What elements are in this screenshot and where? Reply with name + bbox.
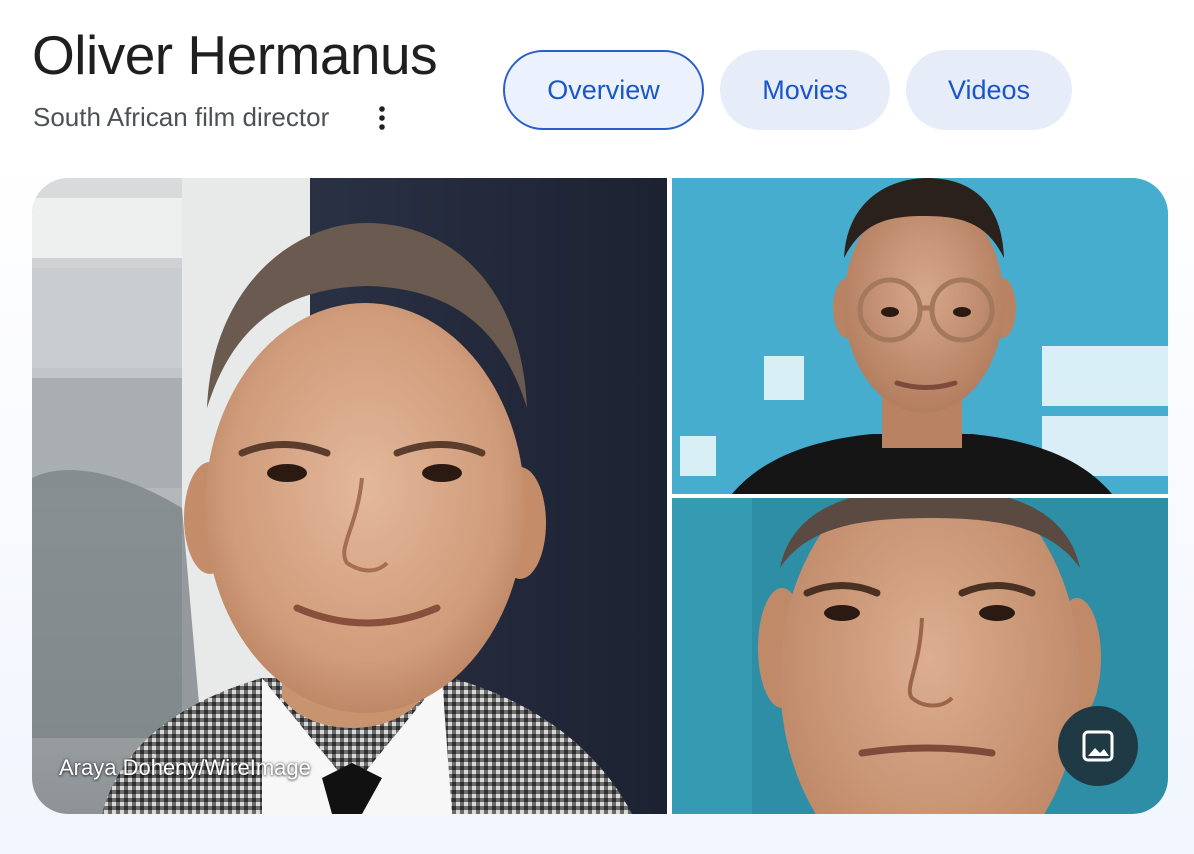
more-options-button[interactable] [366,100,398,136]
image-grid: Araya Doheny/WireImage [32,178,1168,814]
tab-overview[interactable]: Overview [503,50,704,130]
entity-subtitle: South African film director [33,102,330,132]
tab-videos[interactable]: Videos [906,50,1072,130]
main-portrait-image[interactable]: Araya Doheny/WireImage [32,178,667,814]
image-credit: Araya Doheny/WireImage [59,755,311,780]
tab-movies-label: Movies [762,74,848,105]
more-vert-icon [379,106,385,130]
tab-videos-label: Videos [947,74,1031,105]
tab-overview-label: Overview [547,74,660,105]
image-icon [1082,730,1114,762]
entity-title: Oliver Hermanus [32,24,438,86]
festival-portrait-image[interactable] [672,178,1168,494]
view-images-button[interactable] [1058,706,1138,786]
tab-movies[interactable]: Movies [720,50,890,130]
